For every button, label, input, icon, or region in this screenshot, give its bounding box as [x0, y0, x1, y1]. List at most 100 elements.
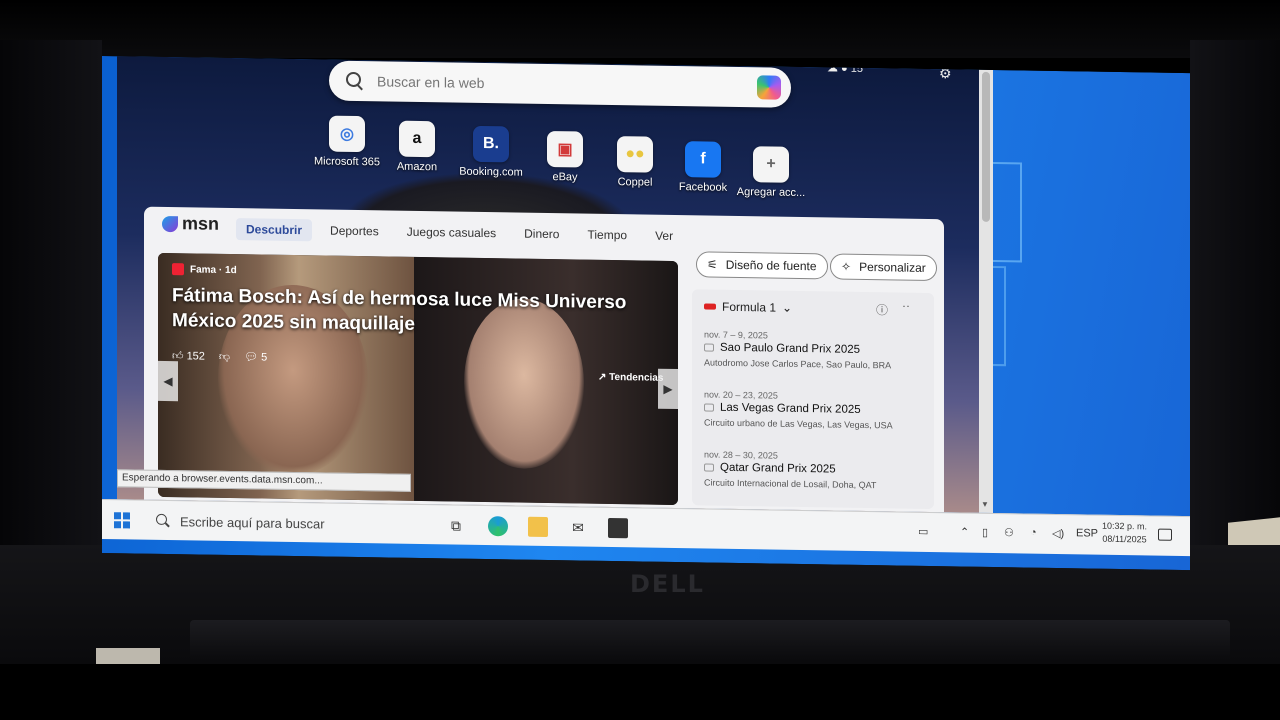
- tab-ver[interactable]: Ver: [645, 225, 683, 248]
- web-search-bar[interactable]: [329, 60, 791, 108]
- gear-icon[interactable]: ⚙: [939, 65, 952, 82]
- quick-link-tile[interactable]: ▣ eBay: [525, 130, 605, 184]
- more-options-icon[interactable]: ··: [902, 299, 910, 313]
- race-name: Sao Paulo Grand Prix 2025: [720, 341, 861, 356]
- f1-title-text: Formula 1: [722, 299, 777, 315]
- tab-tiempo[interactable]: Tiempo: [577, 223, 637, 246]
- quick-link-label: Amazon: [396, 160, 438, 174]
- bezel-top: [0, 0, 1280, 58]
- race-name: Las Vegas Grand Prix 2025: [720, 401, 861, 416]
- add-icon: +: [753, 146, 789, 183]
- track-icon: [704, 403, 714, 412]
- personalize-button[interactable]: ✧ Personalizar: [830, 253, 937, 282]
- scrollbar-thumb[interactable]: [982, 71, 990, 222]
- sliders-icon: ⚟: [707, 257, 718, 272]
- info-icon[interactable]: ⓘ: [876, 301, 888, 318]
- microsoft-365-icon: ◎: [329, 115, 365, 153]
- quick-link-tile[interactable]: ◎ Microsoft 365: [307, 115, 387, 168]
- trending-label: ↗ Tendencias: [598, 371, 664, 384]
- quick-link-tile[interactable]: + Agregar acc...: [731, 146, 811, 199]
- comment-count: 5: [261, 351, 268, 364]
- race-name-row: Sao Paulo Grand Prix 2025: [704, 341, 924, 356]
- track-icon: [704, 343, 714, 352]
- facebook-icon: f: [685, 141, 721, 178]
- search-icon: [156, 514, 170, 528]
- quick-links: ◎ Microsoft 365 a Amazon B. Booking.com ▣ eBay ●…: [307, 115, 827, 203]
- notification-icon[interactable]: [1158, 528, 1172, 541]
- clock-time: 10:32 p. m.: [1102, 520, 1148, 532]
- f1-card: Formula 1 ⌄ ⓘ ·· nov. 7 – 9, 2025 Sao Pau…: [692, 289, 934, 510]
- laptop-screen: ☁ ● 15° ⚙ ◎ Microsoft 365 a Amazon B. Booking…: [102, 56, 1190, 571]
- carousel-prev-button[interactable]: ◀: [158, 360, 178, 402]
- booking-icon: B.: [473, 125, 509, 163]
- tab-juegos-casuales[interactable]: Juegos casuales: [397, 221, 506, 245]
- like-count: 152: [186, 350, 205, 363]
- sparkle-icon: ✧: [841, 259, 852, 274]
- msn-nav: Descubrir Deportes Juegos casuales Diner…: [236, 218, 691, 247]
- taskbar-search-placeholder: Escribe aquí para buscar: [180, 513, 325, 531]
- chevron-up-icon[interactable]: ⌃: [960, 525, 969, 538]
- race-location: Autodromo Jose Carlos Pace, Sao Paulo, B…: [704, 357, 892, 371]
- language-indicator[interactable]: ESP: [1076, 527, 1098, 539]
- story-headline[interactable]: Fátima Bosch: Así de hermosa luce Miss U…: [172, 283, 642, 340]
- tab-deportes[interactable]: Deportes: [320, 219, 389, 242]
- race-date: nov. 20 – 23, 2025: [704, 389, 778, 401]
- task-view-icon[interactable]: ⧉: [446, 515, 466, 535]
- race-name-row: Las Vegas Grand Prix 2025: [704, 401, 924, 416]
- wifi-icon[interactable]: ◔: [1030, 527, 1037, 539]
- quick-link-label: eBay: [552, 171, 578, 184]
- tab-descubrir[interactable]: Descubrir: [236, 218, 313, 242]
- weather-widget[interactable]: ☁ ● 15°: [827, 61, 867, 75]
- race-item[interactable]: nov. 20 – 23, 2025 Las Vegas Grand Prix …: [704, 389, 924, 430]
- coppel-icon: ●●: [617, 136, 653, 173]
- edge-icon[interactable]: [488, 516, 508, 537]
- clock-date: 08/11/2025: [1102, 533, 1147, 545]
- people-icon[interactable]: ⚇: [1004, 526, 1014, 539]
- dell-logo: DELL: [630, 570, 705, 598]
- race-item[interactable]: nov. 7 – 9, 2025 Sao Paulo Grand Prix 20…: [704, 329, 924, 370]
- personalize-label: Personalizar: [859, 259, 926, 275]
- copilot-icon[interactable]: [757, 75, 781, 100]
- track-icon: [704, 463, 714, 472]
- carousel-next-button[interactable]: ▶: [658, 368, 678, 410]
- letterbox-bottom: [0, 664, 1280, 720]
- dislike-icon[interactable]: 👎︎: [219, 350, 230, 363]
- comment-button[interactable]: 💬︎ 5: [244, 350, 267, 363]
- msn-feed: msn Descubrir Deportes Juegos casuales D…: [144, 206, 944, 513]
- tablet-icon[interactable]: ▭: [918, 525, 928, 538]
- mail-icon[interactable]: ✉: [568, 517, 588, 537]
- story-source: Fama · 1d: [172, 263, 237, 276]
- store-icon[interactable]: [608, 517, 628, 539]
- volume-icon[interactable]: ◁): [1052, 527, 1064, 540]
- hero-story[interactable]: Fama · 1d Fátima Bosch: Así de hermosa l…: [158, 252, 678, 506]
- font-design-label: Diseño de fuente: [725, 257, 817, 274]
- amazon-icon: a: [399, 120, 435, 158]
- quick-link-label: Booking.com: [459, 165, 523, 179]
- search-icon: [345, 71, 365, 91]
- file-explorer-icon[interactable]: [528, 516, 548, 538]
- laptop-hinge: [190, 620, 1230, 662]
- font-design-button[interactable]: ⚟ Diseño de fuente: [696, 251, 828, 280]
- tab-dinero[interactable]: Dinero: [514, 222, 569, 245]
- source-label: Fama · 1d: [190, 263, 237, 276]
- story-reactions: 👍︎ 152 👎︎ 💬︎ 5: [172, 349, 267, 363]
- quick-link-label: Agregar acc...: [736, 185, 806, 200]
- msn-logo[interactable]: msn: [162, 213, 219, 235]
- battery-icon[interactable]: ▯: [982, 526, 988, 539]
- chevron-down-icon: ⌄: [782, 300, 793, 315]
- clock[interactable]: 10:32 p. m. 08/11/2025: [1102, 520, 1147, 547]
- browser-scrollbar[interactable]: ▼: [979, 69, 993, 513]
- scroll-down-arrow-icon[interactable]: ▼: [981, 500, 989, 509]
- race-date: nov. 28 – 30, 2025: [704, 449, 778, 461]
- search-input[interactable]: [377, 73, 737, 95]
- quick-link-tile[interactable]: a Amazon: [377, 120, 457, 173]
- msn-logo-text: msn: [182, 213, 220, 234]
- browser-window: ☁ ● 15° ⚙ ◎ Microsoft 365 a Amazon B. Booking…: [117, 56, 979, 513]
- f1-title[interactable]: Formula 1 ⌄: [704, 299, 793, 315]
- msn-butterfly-icon: [162, 215, 178, 232]
- race-date: nov. 7 – 9, 2025: [704, 329, 768, 341]
- quick-link-tile[interactable]: B. Booking.com: [451, 125, 531, 179]
- start-button[interactable]: [114, 512, 130, 529]
- taskbar-search[interactable]: Escribe aquí para buscar: [142, 507, 422, 539]
- race-item[interactable]: nov. 28 – 30, 2025 Qatar Grand Prix 2025…: [704, 449, 924, 490]
